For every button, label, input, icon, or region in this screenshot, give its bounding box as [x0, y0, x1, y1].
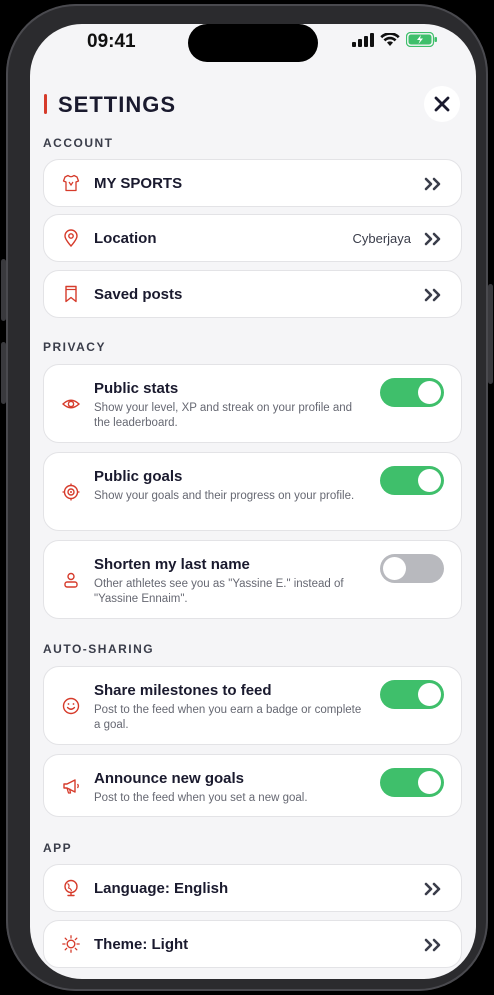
sun-icon [62, 935, 80, 953]
chevron-double-right-icon [424, 232, 441, 246]
public-goals-toggle[interactable] [380, 466, 444, 495]
chevron-double-right-icon [424, 177, 441, 191]
public-stats-row: Public stats Show your level, XP and str… [43, 364, 462, 443]
volume-down-button [1, 342, 6, 404]
announce-goals-description: Post to the feed when you set a new goal… [94, 792, 308, 804]
settings-header: SETTINGS [42, 86, 460, 132]
toggle-knob [383, 557, 406, 580]
toggle-knob [418, 771, 441, 794]
public-stats-toggle[interactable] [380, 378, 444, 407]
public-goals-label: Public goals [94, 468, 183, 485]
location-label: Location [94, 230, 157, 247]
status-time: 09:41 [87, 31, 136, 52]
language-row[interactable]: Language: English [43, 864, 462, 912]
phone-frame: 09:41 SETTINGS ACCOUNT MY SPORTS Locatio… [1, 4, 493, 991]
dynamic-island [188, 24, 318, 62]
chevron-double-right-icon [424, 938, 441, 952]
section-label-auto-sharing: AUTO-SHARING [43, 642, 155, 656]
close-icon [434, 96, 450, 112]
signal-icon [352, 32, 374, 47]
section-label-app: APP [43, 841, 73, 855]
toggle-knob [418, 469, 441, 492]
public-goals-description: Show your goals and their progress on yo… [94, 490, 355, 502]
chevron-double-right-icon [424, 288, 441, 302]
app-screen: 09:41 SETTINGS ACCOUNT MY SPORTS Locatio… [30, 24, 476, 979]
announce-goals-row: Announce new goals Post to the feed when… [43, 754, 462, 817]
megaphone-icon [63, 779, 79, 794]
share-milestones-label: Share milestones to feed [94, 682, 272, 699]
jersey-icon [62, 174, 80, 192]
power-button [488, 284, 493, 384]
close-button[interactable] [424, 86, 460, 122]
status-icons [352, 32, 438, 47]
smiley-icon [62, 697, 80, 715]
chevron-double-right-icon [424, 882, 441, 896]
share-milestones-toggle[interactable] [380, 680, 444, 709]
eye-icon [62, 399, 80, 409]
share-milestones-description: Post to the feed when you earn a badge o… [94, 704, 362, 731]
battery-icon [406, 32, 437, 47]
language-label: Language: English [94, 880, 229, 897]
saved-posts-label: Saved posts [94, 286, 183, 303]
shorten-name-toggle[interactable] [380, 554, 444, 583]
public-goals-row: Public goals Show your goals and their p… [43, 452, 462, 531]
title-accent-bar [44, 94, 47, 114]
my-sports-row[interactable]: MY SPORTS [43, 159, 462, 207]
location-row[interactable]: Location Cyberjaya [43, 214, 462, 262]
section-label-privacy: PRIVACY [43, 340, 106, 354]
page-title: SETTINGS [58, 92, 177, 117]
location-value: Cyberjaya [352, 231, 411, 246]
saved-posts-row[interactable]: Saved posts [43, 270, 462, 318]
shorten-name-description: Other athletes see you as "Yassine E." i… [94, 578, 344, 605]
toggle-knob [418, 683, 441, 706]
target-icon [62, 483, 80, 501]
location-pin-icon [64, 229, 78, 247]
shorten-name-row: Shorten my last name Other athletes see … [43, 540, 462, 619]
section-label-account: ACCOUNT [43, 136, 114, 150]
public-stats-label: Public stats [94, 380, 179, 397]
wifi-icon [380, 32, 400, 46]
volume-up-button [1, 259, 6, 321]
shorten-name-label: Shorten my last name [94, 556, 250, 573]
public-stats-description: Show your level, XP and streak on your p… [94, 402, 353, 429]
theme-label: Theme: Light [94, 936, 189, 953]
announce-goals-label: Announce new goals [94, 770, 245, 787]
toggle-knob [418, 381, 441, 404]
announce-goals-toggle[interactable] [380, 768, 444, 797]
share-milestones-row: Share milestones to feed Post to the fee… [43, 666, 462, 745]
bookmark-icon [65, 285, 77, 303]
my-sports-label: MY SPORTS [94, 175, 183, 192]
person-icon [64, 572, 78, 588]
globe-icon [64, 879, 78, 897]
theme-row[interactable]: Theme: Light [43, 920, 462, 968]
